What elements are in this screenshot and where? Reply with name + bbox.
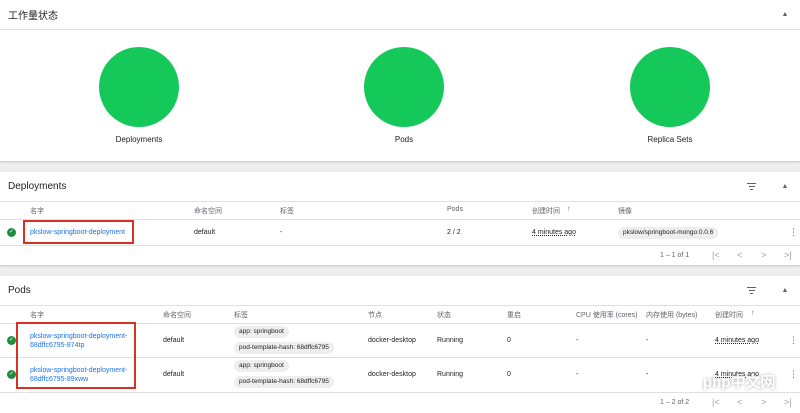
col-name[interactable]: 名字 xyxy=(30,206,44,216)
pod-node: docker-desktop xyxy=(368,337,416,344)
pod-label-chip: app: springboot xyxy=(234,326,289,338)
pod-status: Running xyxy=(437,371,464,378)
deployment-labels: - xyxy=(280,229,283,236)
first-page-icon[interactable]: |< xyxy=(712,250,720,260)
filter-icon[interactable] xyxy=(747,286,756,295)
prev-page-icon[interactable]: < xyxy=(737,397,742,407)
replicasets-status-label: Replica Sets xyxy=(647,135,693,144)
highlight-box xyxy=(16,322,136,389)
col-created[interactable]: 创建时间 xyxy=(715,310,743,320)
pods-pagination: 1 – 2 of 2 xyxy=(660,399,690,406)
pods-status-label: Pods xyxy=(394,135,414,144)
sort-arrow-icon[interactable]: ↑ xyxy=(567,206,571,213)
col-restarts[interactable]: 重启 xyxy=(507,310,521,320)
replicasets-status-circle[interactable] xyxy=(630,47,710,127)
workload-status-card: 工作量状态 ▲ Deployments Pods Replica Sets xyxy=(0,0,800,161)
highlight-box xyxy=(23,220,134,244)
pods-header: Pods ▲ xyxy=(0,276,800,306)
deployments-status-circle[interactable] xyxy=(99,47,179,127)
deployment-image-chip: pkslow/springboot-mongo:0.0.6 xyxy=(618,227,719,239)
next-page-icon[interactable]: > xyxy=(761,397,766,407)
col-pods: Pods xyxy=(447,206,463,213)
pod-memory: - xyxy=(646,371,649,378)
col-status[interactable]: 状态 xyxy=(437,310,451,320)
col-name[interactable]: 名字 xyxy=(30,310,44,320)
watermark: php中文网 xyxy=(703,374,776,391)
pods-card: Pods ▲ 名字 命名空间 标签 节点 状态 重启 CPU 使用率 (core… xyxy=(0,276,800,413)
col-node[interactable]: 节点 xyxy=(368,310,382,320)
pod-cpu: - xyxy=(576,371,579,378)
deployments-pagination: 1 – 1 of 1 xyxy=(660,252,690,259)
next-page-icon[interactable]: > xyxy=(761,250,766,260)
last-page-icon[interactable]: >| xyxy=(784,250,792,260)
pods-title: Pods xyxy=(8,285,31,296)
workload-status-title: 工作量状态 xyxy=(8,11,58,22)
pod-label-chip: pod-template-hash: 68dffc6795 xyxy=(234,376,334,388)
deployments-controls: ▲ xyxy=(747,180,792,194)
deployments-title: Deployments xyxy=(8,181,67,192)
deployments-card: Deployments ▲ 名字 命名空间 标签 Pods 创建时间 ↑ 镜像 … xyxy=(0,172,800,265)
workload-status-header: 工作量状态 ▲ xyxy=(0,0,800,30)
pods-status-circle[interactable] xyxy=(364,47,444,127)
pod-created: 4 minutes ago xyxy=(715,337,759,344)
collapse-icon[interactable]: ▲ xyxy=(778,8,792,22)
filter-icon[interactable] xyxy=(747,182,756,191)
more-options-icon[interactable]: ⋮ xyxy=(789,370,798,379)
col-created[interactable]: 创建时间 xyxy=(532,206,560,216)
deployment-namespace: default xyxy=(194,229,216,236)
status-ok-icon: ✓ xyxy=(7,370,16,379)
pod-memory: - xyxy=(646,337,649,344)
pod-status: Running xyxy=(437,337,464,344)
pod-node: docker-desktop xyxy=(368,371,416,378)
deployments-status-label: Deployments xyxy=(115,135,163,144)
col-labels: 标签 xyxy=(280,208,294,215)
last-page-icon[interactable]: >| xyxy=(784,397,792,407)
prev-page-icon[interactable]: < xyxy=(737,250,742,260)
divider xyxy=(0,245,800,246)
deployments-header: Deployments ▲ xyxy=(0,172,800,202)
col-cpu: CPU 使用率 (cores) xyxy=(576,312,638,319)
pod-restarts: 0 xyxy=(507,337,511,344)
status-ok-icon: ✓ xyxy=(7,336,16,345)
pod-cpu: - xyxy=(576,337,579,344)
pod-namespace: default xyxy=(163,337,185,344)
status-ok-icon: ✓ xyxy=(7,228,16,237)
pod-label-chip: app: springboot xyxy=(234,360,289,372)
sort-arrow-icon[interactable]: ↑ xyxy=(751,310,755,317)
collapse-icon[interactable]: ▲ xyxy=(778,180,792,194)
status-charts: Deployments Pods Replica Sets xyxy=(0,30,800,158)
deployment-pods: 2 / 2 xyxy=(447,229,461,236)
divider xyxy=(0,392,800,393)
col-namespace[interactable]: 命名空间 xyxy=(194,206,222,216)
more-options-icon[interactable]: ⋮ xyxy=(789,336,798,345)
col-memory: 内存使用 (bytes) xyxy=(646,312,698,319)
more-options-icon[interactable]: ⋮ xyxy=(789,228,798,237)
pod-namespace: default xyxy=(163,371,185,378)
pods-controls: ▲ xyxy=(747,284,792,298)
col-image: 镜像 xyxy=(618,208,632,215)
collapse-icon[interactable]: ▲ xyxy=(778,284,792,298)
pod-label-chip: pod-template-hash: 68dffc6795 xyxy=(234,342,334,354)
deployment-created: 4 minutes ago xyxy=(532,229,576,236)
col-labels: 标签 xyxy=(234,312,248,319)
pod-restarts: 0 xyxy=(507,371,511,378)
col-namespace[interactable]: 命名空间 xyxy=(163,310,191,320)
first-page-icon[interactable]: |< xyxy=(712,397,720,407)
